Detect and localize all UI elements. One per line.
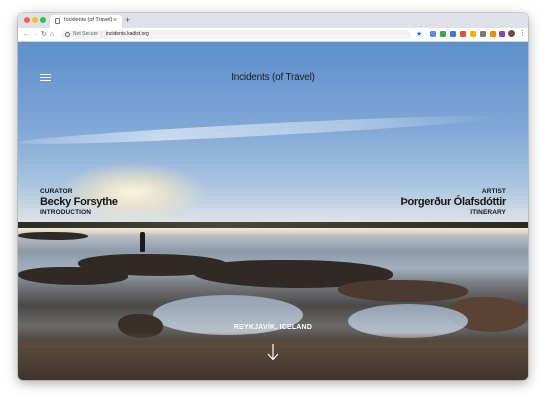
more-menu-icon[interactable]: ⋮ (519, 28, 526, 40)
curator-name[interactable]: Becky Forsythe (40, 196, 118, 209)
tab-title: Incidents (of Travel) (64, 17, 113, 23)
itinerary-link[interactable]: ITINERARY (400, 209, 506, 217)
tab-strip: Incidents (of Travel) × + (18, 13, 528, 28)
extension-icon[interactable] (430, 31, 436, 37)
new-tab-button[interactable]: + (125, 14, 130, 26)
curator-block: CURATOR Becky Forsythe INTRODUCTION (40, 188, 118, 217)
url-separator: | (101, 31, 103, 37)
url-text[interactable]: incidents.kadist.org (106, 31, 149, 38)
scroll-down-arrow-icon[interactable] (267, 343, 279, 361)
tab-incidents[interactable]: Incidents (of Travel) × (50, 15, 122, 28)
extension-icon[interactable] (460, 31, 466, 37)
close-window-button[interactable] (24, 17, 30, 23)
location-label: REYKJAVÍK, ICELAND (233, 324, 313, 331)
browser-toolbar: ← → ↻ ⌂ Not Secure | incidents.kadist.or… (18, 28, 528, 42)
walking-person (140, 232, 145, 252)
page-content: Incidents (of Travel) CURATOR Becky Fors… (18, 42, 528, 380)
extension-icon[interactable] (490, 31, 496, 37)
info-icon[interactable] (65, 31, 70, 37)
site-title[interactable]: Incidents (of Travel) (18, 72, 528, 83)
artist-block: ARTIST Þorgerður Ólafsdóttir ITINERARY (400, 188, 506, 217)
extension-icon[interactable] (480, 31, 486, 37)
home-icon[interactable]: ⌂ (50, 29, 54, 40)
artist-label: ARTIST (481, 188, 506, 195)
maximize-window-button[interactable] (40, 17, 46, 23)
minimize-window-button[interactable] (32, 17, 38, 23)
close-tab-icon[interactable]: × (113, 16, 117, 26)
rock (18, 267, 128, 285)
security-label: Not Secure (73, 31, 99, 37)
profile-avatar[interactable] (508, 30, 515, 37)
artist-name[interactable]: Þorgerður Ólafsdóttir (400, 196, 506, 209)
curator-label: CURATOR (40, 188, 73, 195)
rock (338, 280, 468, 302)
page-icon (55, 18, 60, 24)
extension-icon[interactable] (450, 31, 456, 37)
back-button[interactable]: ← (23, 29, 30, 40)
bookmark-star-icon[interactable]: ★ (416, 29, 422, 40)
cloud-streak (18, 111, 498, 149)
reload-button[interactable]: ↻ (41, 29, 47, 40)
horizon-land (18, 222, 528, 228)
extension-icon[interactable] (470, 31, 476, 37)
extension-icon[interactable] (499, 31, 505, 37)
browser-window: Incidents (of Travel) × + ← → ↻ ⌂ Not Se… (18, 13, 528, 380)
extension-icon[interactable] (440, 31, 446, 37)
forward-button[interactable]: → (32, 29, 39, 40)
address-bar[interactable]: Not Secure | incidents.kadist.org (61, 30, 411, 39)
rock (18, 232, 88, 240)
introduction-link[interactable]: INTRODUCTION (40, 209, 118, 217)
